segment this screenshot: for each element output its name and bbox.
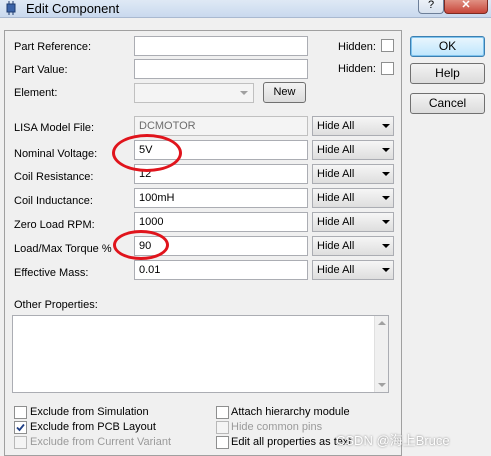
part-value-input[interactable]: [134, 59, 308, 79]
chevron-down-icon: [382, 196, 390, 200]
visibility-select[interactable]: Hide All: [312, 236, 394, 256]
chevron-down-icon: [382, 148, 390, 152]
part-value-label: Part Value:: [14, 64, 68, 76]
property-label: LISA Model File:: [14, 122, 95, 134]
scroll-down-icon[interactable]: [378, 383, 386, 387]
property-value-input[interactable]: 0.01: [134, 260, 308, 280]
visibility-select[interactable]: Hide All: [312, 140, 394, 160]
close-button[interactable]: ✕: [444, 0, 488, 14]
visibility-select[interactable]: Hide All: [312, 116, 394, 136]
scroll-up-icon[interactable]: [378, 321, 386, 325]
exclude-variant-checkbox: [14, 436, 27, 449]
part-reference-input[interactable]: [134, 36, 308, 56]
exclude-variant-label: Exclude from Current Variant: [30, 436, 172, 448]
visibility-select[interactable]: Hide All: [312, 260, 394, 280]
annotation-circle: [113, 230, 169, 260]
visibility-select[interactable]: Hide All: [312, 188, 394, 208]
help-title-button[interactable]: ?: [418, 0, 444, 14]
edit-all-text-checkbox[interactable]: [216, 436, 229, 449]
property-label: Effective Mass:: [14, 267, 89, 279]
exclude-pcb-label: Exclude from PCB Layout: [30, 421, 156, 433]
chevron-down-icon: [382, 220, 390, 224]
edit-all-text-label: Edit all properties as text: [231, 436, 352, 448]
attach-hierarchy-checkbox[interactable]: [216, 406, 229, 419]
exclude-simulation-label: Exclude from Simulation: [30, 406, 149, 418]
property-value-input[interactable]: 100mH: [134, 188, 308, 208]
title-bar: Edit Component ? ✕: [0, 0, 491, 18]
help-button[interactable]: Help: [410, 63, 485, 84]
part-value-hidden-label: Hidden:: [338, 63, 376, 75]
vertical-scrollbar[interactable]: [374, 316, 388, 392]
part-reference-label: Part Reference:: [14, 41, 92, 53]
component-icon: [6, 1, 16, 15]
chevron-down-icon: [382, 124, 390, 128]
checkmark-icon: [16, 423, 25, 432]
element-select[interactable]: [134, 83, 254, 103]
property-label: Nominal Voltage:: [14, 148, 98, 160]
new-element-button[interactable]: New: [263, 82, 306, 103]
hide-common-pins-label: Hide common pins: [231, 421, 323, 433]
cancel-button[interactable]: Cancel: [410, 93, 485, 114]
ok-button[interactable]: OK: [410, 36, 485, 57]
chevron-down-icon: [382, 268, 390, 272]
other-properties-textarea[interactable]: [12, 315, 389, 393]
visibility-select[interactable]: Hide All: [312, 212, 394, 232]
property-label: Coil Inductance:: [14, 195, 93, 207]
part-reference-hidden-label: Hidden:: [338, 41, 376, 53]
annotation-circle: [112, 134, 182, 172]
chevron-down-icon: [382, 244, 390, 248]
property-label: Zero Load RPM:: [14, 219, 95, 231]
property-label: Load/Max Torque %: [14, 243, 112, 255]
part-value-hidden-checkbox[interactable]: [381, 62, 394, 75]
element-label: Element:: [14, 87, 58, 99]
property-value-input[interactable]: 1000: [134, 212, 308, 232]
attach-hierarchy-label: Attach hierarchy module: [231, 406, 350, 418]
visibility-select[interactable]: Hide All: [312, 164, 394, 184]
window-title: Edit Component: [26, 1, 120, 16]
other-properties-label: Other Properties:: [14, 299, 98, 311]
part-reference-hidden-checkbox[interactable]: [381, 39, 394, 52]
watermark: CSDN @海上Bruce: [336, 433, 450, 448]
property-label: Coil Resistance:: [14, 171, 94, 183]
exclude-simulation-checkbox[interactable]: [14, 406, 27, 419]
chevron-down-icon: [240, 91, 248, 95]
hide-common-pins-checkbox: [216, 421, 229, 434]
property-value-input: DCMOTOR: [134, 116, 308, 136]
chevron-down-icon: [382, 172, 390, 176]
exclude-pcb-checkbox[interactable]: [14, 421, 27, 434]
